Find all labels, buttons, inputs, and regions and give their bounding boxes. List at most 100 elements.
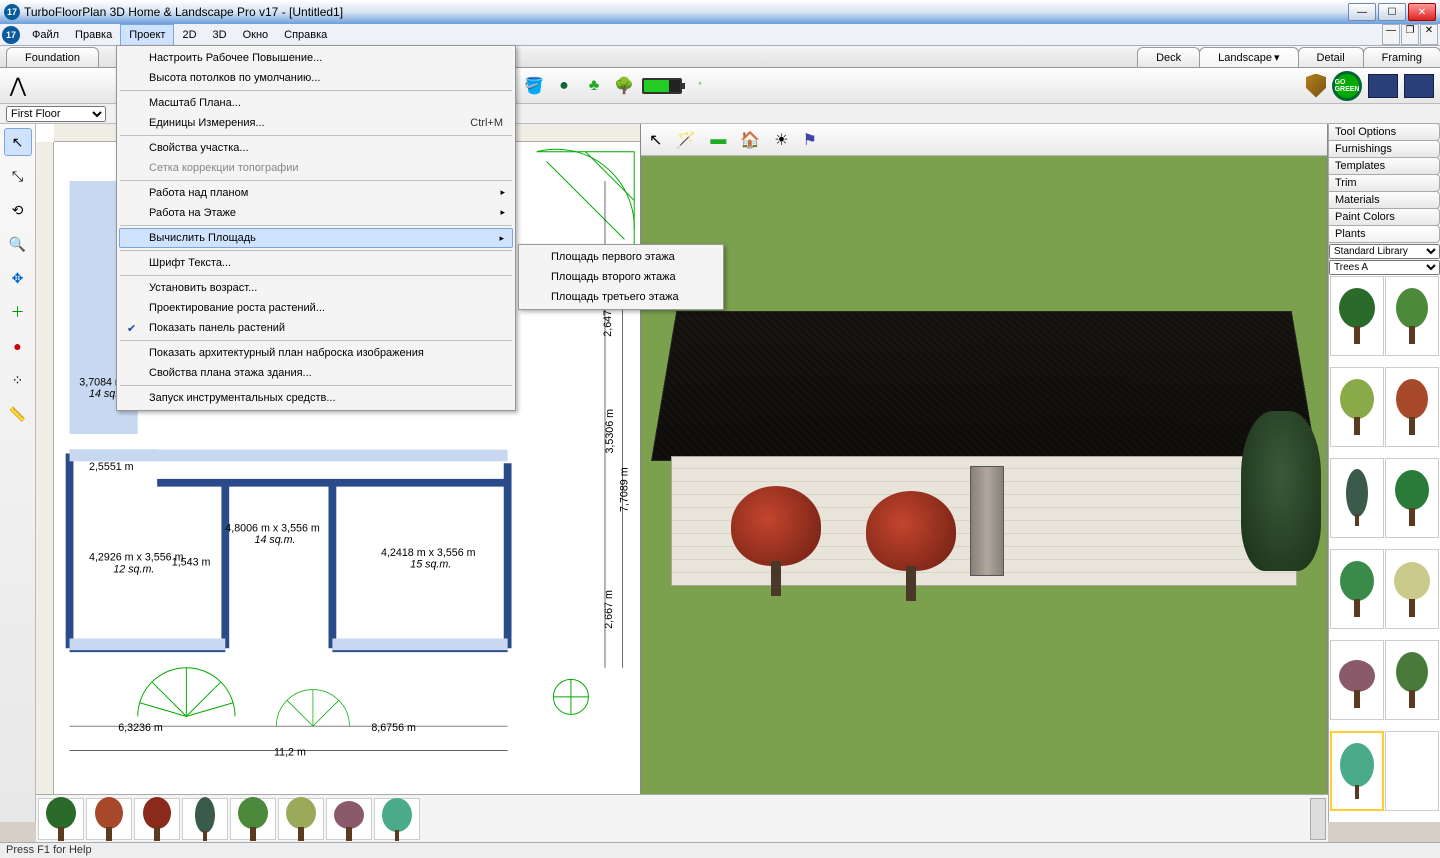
gogreen-button[interactable]: GO GREEN [1332, 71, 1362, 101]
rtab-materials[interactable]: Materials [1329, 191, 1440, 209]
project-menu-item[interactable]: Шрифт Текста... [119, 253, 513, 273]
house-icon[interactable]: 🏠 [740, 130, 760, 150]
submenu-floor1[interactable]: Площадь первого этажа [521, 247, 721, 267]
shield-icon[interactable] [1306, 74, 1326, 98]
red-ball-tool[interactable]: ● [4, 332, 32, 360]
strip-thumb[interactable] [230, 798, 276, 840]
strip-scroll-right[interactable] [1310, 798, 1326, 840]
rtab-trim[interactable]: Trim [1329, 174, 1440, 192]
mdi-restore[interactable]: ❐ [1401, 24, 1419, 45]
strip-thumb[interactable] [278, 798, 324, 840]
plant-thumb[interactable] [1330, 549, 1384, 629]
view3d-canvas[interactable] [641, 156, 1327, 822]
plant-thumb[interactable] [1330, 458, 1384, 538]
bush-icon[interactable]: ● [552, 74, 576, 98]
strip-thumb[interactable] [326, 798, 372, 840]
project-menu-item[interactable]: Работа на Этаже▸ [119, 203, 513, 223]
library-select[interactable]: Standard Library [1329, 244, 1440, 259]
submenu-floor3[interactable]: Площадь третьего этажа [521, 287, 721, 307]
menu-window[interactable]: Окно [235, 24, 277, 45]
select-edge-tool[interactable]: ⤡ [4, 162, 32, 190]
project-menu-item[interactable]: Установить возраст... [119, 278, 513, 298]
project-menu-item[interactable]: Работа над планом▸ [119, 183, 513, 203]
bottom-plant-strip [36, 794, 1328, 842]
flag-icon[interactable]: ⚑ [803, 130, 817, 150]
project-menu-item[interactable]: Показать архитектурный план наброска изо… [119, 343, 513, 363]
project-menu-item[interactable]: Показать панель растений✔ [119, 318, 513, 338]
project-menu-item[interactable]: Свойства участка... [119, 138, 513, 158]
plant-thumb-selected[interactable] [1330, 731, 1384, 811]
plant-icon[interactable]: ♣ [582, 74, 606, 98]
cursor-3d-icon[interactable]: ↖ [649, 130, 662, 150]
mdi-close[interactable]: ✕ [1420, 24, 1438, 45]
strip-thumb[interactable] [182, 798, 228, 840]
rtab-paint-colors[interactable]: Paint Colors [1329, 208, 1440, 226]
close-button[interactable]: ✕ [1408, 3, 1436, 21]
menu-project[interactable]: Проект [120, 24, 174, 45]
view-3d: ↖ 🪄 ▬ 🏠 ☀ ⚑ [641, 124, 1328, 822]
terrain-icon[interactable]: ▬ [710, 131, 726, 149]
mdi-minimize[interactable]: — [1382, 24, 1400, 45]
plant-thumb[interactable] [1330, 276, 1384, 356]
pan-tool[interactable]: ✥ [4, 264, 32, 292]
strip-thumb[interactable] [86, 798, 132, 840]
select-tool[interactable]: ↖ [4, 128, 32, 156]
doc-icon: 17 [2, 26, 20, 44]
menu-3d[interactable]: 3D [205, 24, 235, 45]
minimize-button[interactable]: — [1348, 3, 1376, 21]
category-select[interactable]: Trees A [1329, 260, 1440, 275]
svg-text:4,2418 m x 3,556 m: 4,2418 m x 3,556 m [381, 547, 476, 559]
tab-deck[interactable]: Deck [1137, 47, 1200, 67]
tab-framing[interactable]: Framing [1363, 47, 1440, 67]
rtab-plants[interactable]: Plants [1329, 225, 1440, 243]
plant-thumb[interactable] [1385, 731, 1439, 811]
plant-thumb[interactable] [1385, 276, 1439, 356]
project-menu-item[interactable]: Проектирование роста растений... [119, 298, 513, 318]
rtab-templates[interactable]: Templates [1329, 157, 1440, 175]
plant-thumb[interactable] [1330, 367, 1384, 447]
rtab-tool-options[interactable]: Tool Options [1329, 123, 1440, 141]
menu-help[interactable]: Справка [276, 24, 335, 45]
maximize-button[interactable]: ☐ [1378, 3, 1406, 21]
plant-thumb[interactable] [1385, 458, 1439, 538]
sun-icon[interactable]: ☀ [774, 130, 788, 150]
arch-tool-icon[interactable]: ⋀ [6, 74, 30, 98]
measure-tool[interactable]: 📏 [4, 400, 32, 428]
menu-2d[interactable]: 2D [174, 24, 204, 45]
project-menu-item[interactable]: Масштаб Плана... [119, 93, 513, 113]
wand-icon[interactable]: 🪄 [676, 130, 696, 150]
project-menu-item[interactable]: Запуск инструментальных средств... [119, 388, 513, 408]
fill-icon[interactable]: 🪣 [522, 74, 546, 98]
orbit-tool[interactable]: ⟲ [4, 196, 32, 224]
layout-icon-2[interactable] [1404, 74, 1434, 98]
plant-thumb[interactable] [1385, 549, 1439, 629]
project-menu-item[interactable]: Настроить Рабочее Повышение... [119, 48, 513, 68]
plant-thumb[interactable] [1385, 640, 1439, 720]
window-controls: — ☐ ✕ [1348, 3, 1436, 21]
strip-thumb[interactable] [134, 798, 180, 840]
tab-foundation[interactable]: Foundation [6, 47, 99, 67]
zoom-tool[interactable]: 🔍 [4, 230, 32, 258]
project-menu-item[interactable]: Свойства плана этажа здания... [119, 363, 513, 383]
project-menu-item[interactable]: Вычислить Площадь▸ [119, 228, 513, 248]
multi-ball-tool[interactable]: ⁘ [4, 366, 32, 394]
submenu-floor2[interactable]: Площадь второго жтажа [521, 267, 721, 287]
project-menu-item[interactable]: Единицы Измерения...Ctrl+M [119, 113, 513, 133]
menu-file[interactable]: Файл [24, 24, 67, 45]
menu-edit[interactable]: Правка [67, 24, 120, 45]
house-door [970, 466, 1004, 576]
right-panel: Tool Options Furnishings Templates Trim … [1328, 124, 1440, 822]
add-tool[interactable]: ＋ [4, 298, 32, 326]
tab-detail[interactable]: Detail [1298, 47, 1364, 67]
plant-thumb[interactable] [1385, 367, 1439, 447]
floor-selector[interactable]: First Floor [6, 106, 106, 122]
plant-thumb[interactable] [1330, 640, 1384, 720]
strip-thumb[interactable] [374, 798, 420, 840]
strip-thumb[interactable] [38, 798, 84, 840]
tree-small-icon[interactable]: 🌳 [612, 74, 636, 98]
rtab-furnishings[interactable]: Furnishings [1329, 140, 1440, 158]
project-menu-item[interactable]: Высота потолков по умолчанию... [119, 68, 513, 88]
view3d-toolbar: ↖ 🪄 ▬ 🏠 ☀ ⚑ [641, 124, 1327, 156]
layout-icon-1[interactable] [1368, 74, 1398, 98]
tab-landscape[interactable]: Landscape▾ [1199, 47, 1298, 67]
